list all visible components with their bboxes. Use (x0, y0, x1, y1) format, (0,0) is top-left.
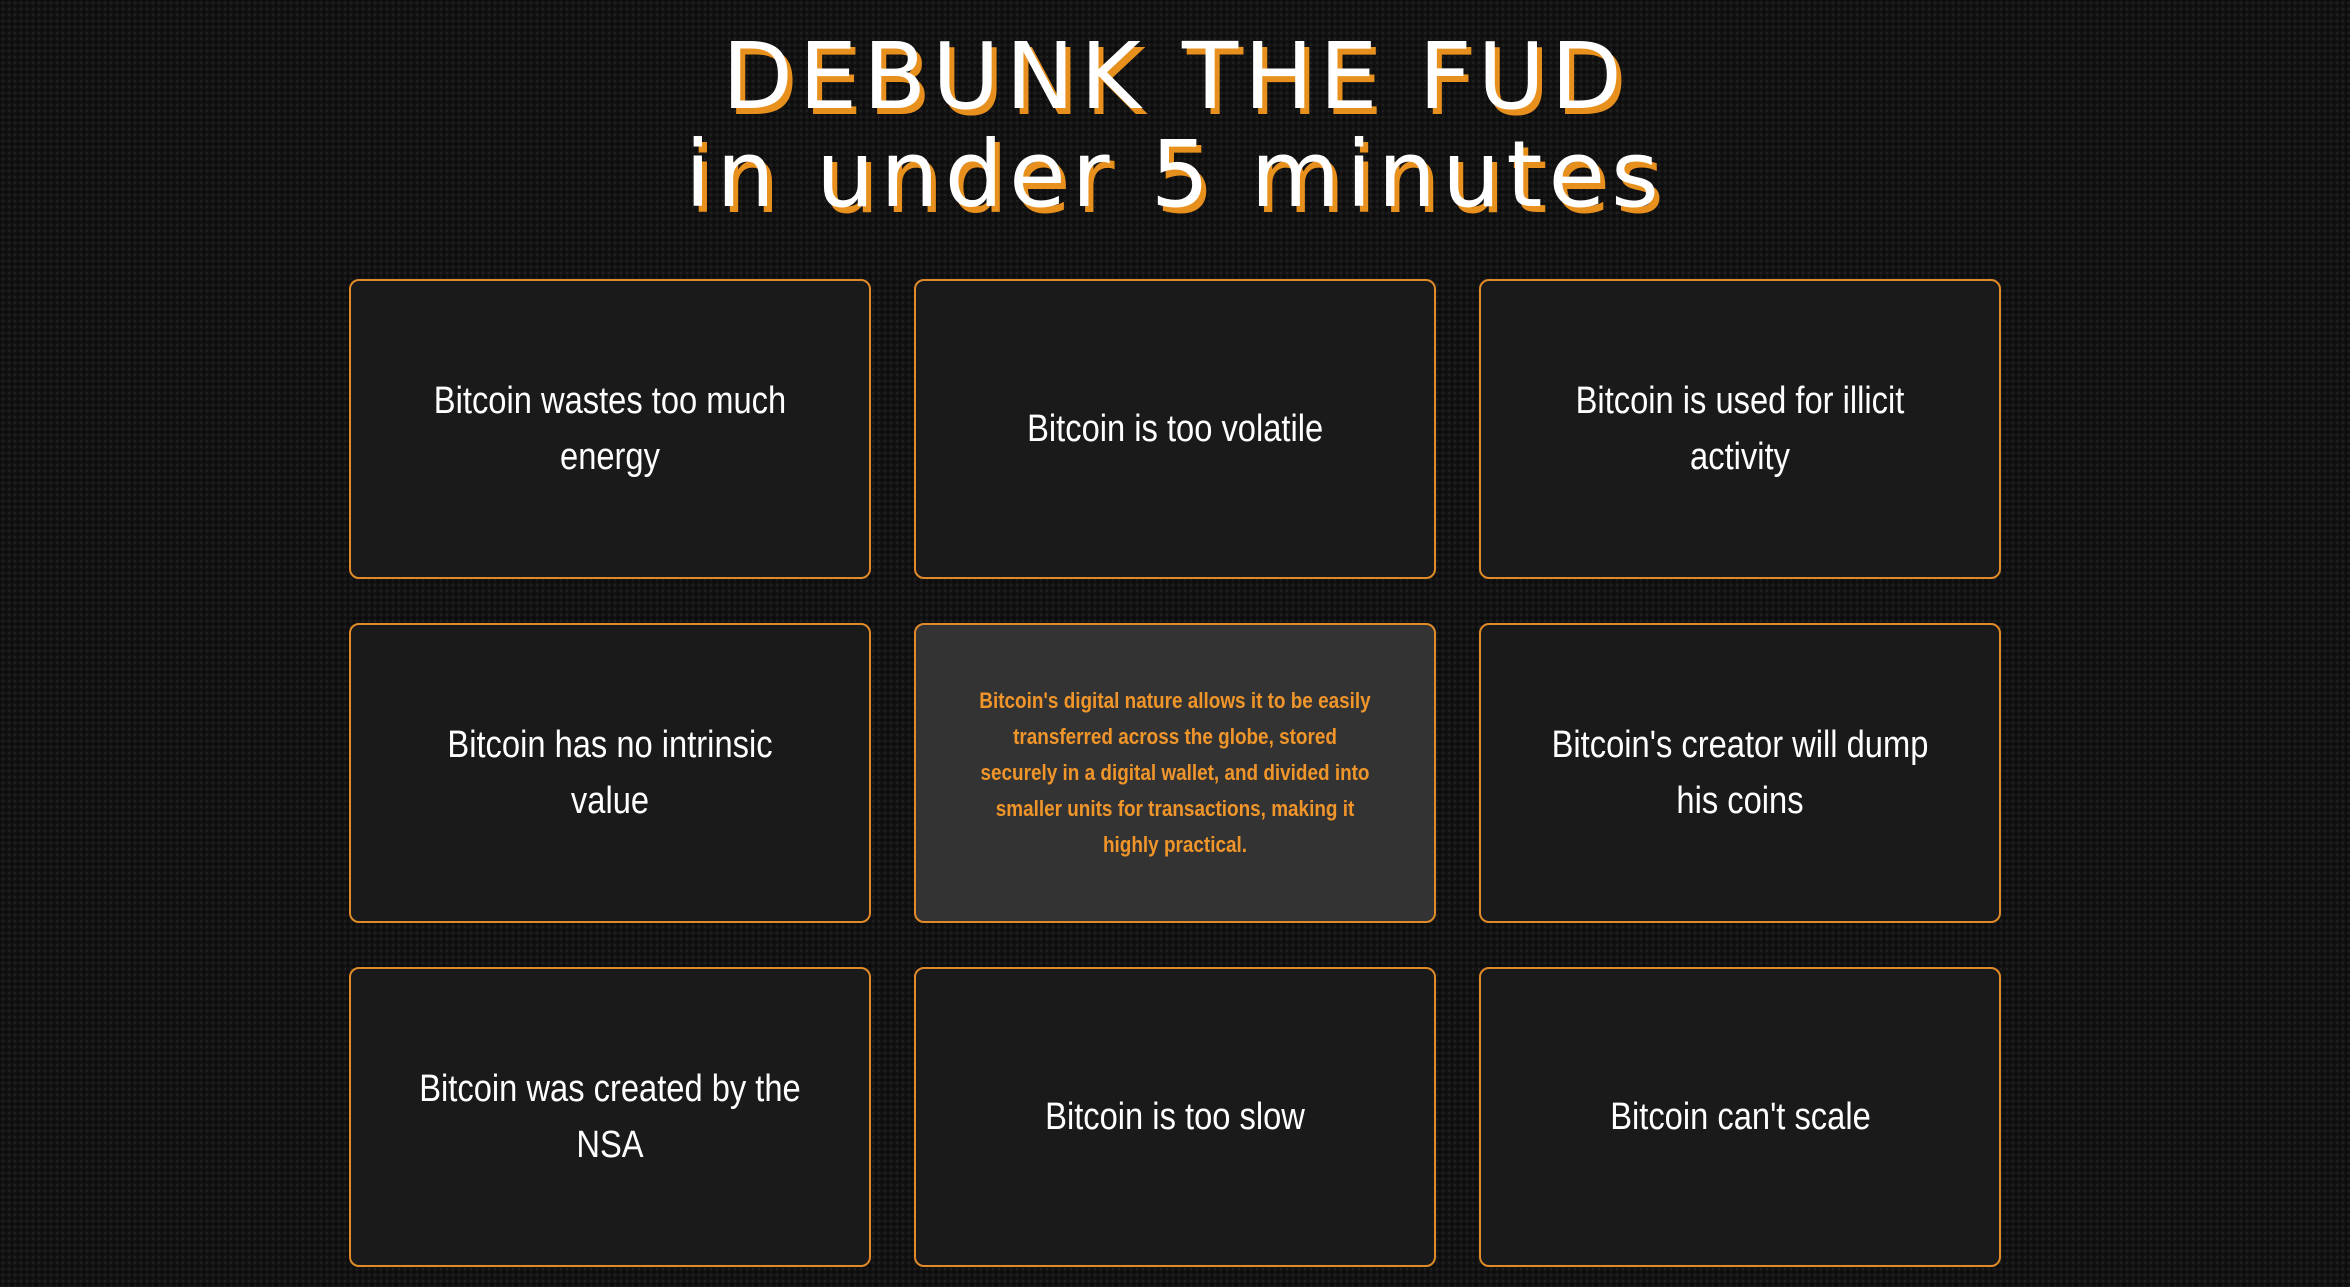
card-answer: Bitcoin's digital nature allows it to be… (979, 688, 1371, 857)
card-claim: Bitcoin is too volatile (1026, 408, 1324, 450)
card-claim: Bitcoin is used for illicit activity (1575, 380, 1905, 478)
card-claim: Bitcoin's creator will dump his coins (1551, 724, 1929, 822)
card-claim: Bitcoin can't scale (1609, 1096, 1871, 1138)
card-claim: Bitcoin is too slow (1045, 1096, 1305, 1138)
fud-card-illicit-activity[interactable]: Bitcoin is used for illicit activity (1479, 279, 2001, 579)
page-title: DEBUNK THE FUD in under 5 minutes (0, 28, 2350, 224)
fud-card-cant-scale[interactable]: Bitcoin can't scale (1479, 967, 2001, 1267)
fud-card-energy[interactable]: Bitcoin wastes too much energy (349, 279, 871, 579)
fud-card-too-slow[interactable]: Bitcoin is too slow (914, 967, 1436, 1267)
card-claim: Bitcoin was created by the NSA (419, 1068, 801, 1166)
fud-card-volatile[interactable]: Bitcoin is too volatile (914, 279, 1436, 579)
fud-card-creator-dump[interactable]: Bitcoin's creator will dump his coins (1479, 623, 2001, 923)
title-line-1: DEBUNK THE FUD (722, 23, 1628, 130)
fud-card-grid: Bitcoin wastes too much energy Bitcoin i… (349, 279, 2002, 1267)
card-claim: Bitcoin has no intrinsic value (447, 724, 773, 822)
title-line-2: in under 5 minutes (685, 121, 1665, 228)
card-claim: Bitcoin wastes too much energy (433, 380, 787, 478)
fud-card-flipped-answer[interactable]: Bitcoin's digital nature allows it to be… (914, 623, 1436, 923)
fud-card-intrinsic-value[interactable]: Bitcoin has no intrinsic value (349, 623, 871, 923)
fud-card-nsa[interactable]: Bitcoin was created by the NSA (349, 967, 871, 1267)
